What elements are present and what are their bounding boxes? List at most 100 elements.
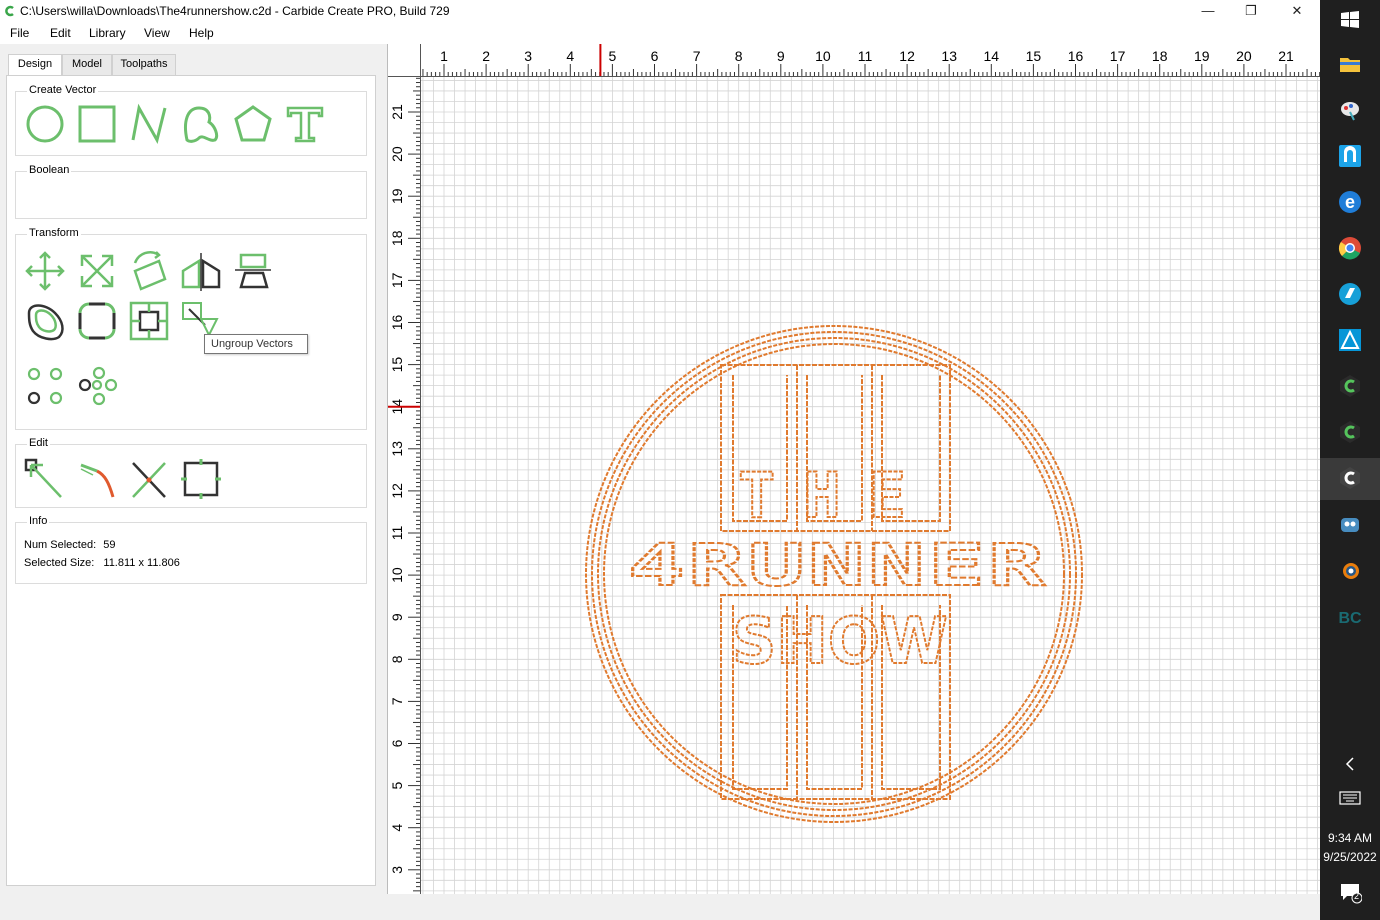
carbide-create-icon-2[interactable] [1338, 420, 1362, 444]
menu-view[interactable]: View [144, 26, 170, 40]
menu-bar: File Edit Library View Help [0, 24, 1320, 44]
ruler-x-label: 21 [1278, 48, 1294, 64]
menu-edit[interactable]: Edit [50, 26, 71, 40]
vertical-ruler[interactable]: 2120191817161514131211109876543 [388, 77, 421, 894]
tab-toolpaths[interactable]: Toolpaths [112, 54, 176, 75]
menu-file[interactable]: File [10, 26, 29, 40]
blender-app-icon[interactable] [1338, 558, 1362, 582]
horizontal-ruler[interactable]: 1 2 3 4 5 6 7 8 9 10 11 12 13 14 15 16 17 18 19 20 21 [421, 44, 1321, 77]
trim-icon[interactable] [75, 457, 119, 501]
node-select-icon[interactable] [23, 365, 67, 409]
ruler-x-label: 9 [777, 48, 785, 64]
node-edit-icon[interactable] [23, 457, 67, 501]
design-text-show[interactable]: SHOW [731, 604, 949, 680]
align-icon[interactable] [231, 249, 275, 293]
ruler-y-label: 15 [389, 357, 405, 373]
circle-tool-icon[interactable] [23, 102, 67, 146]
godot-app-icon[interactable] [1338, 512, 1362, 536]
ruler-y-label: 9 [389, 613, 405, 621]
fusion-app-icon[interactable] [1338, 282, 1362, 306]
window-title: C:\Users\willa\Downloads\The4runnershow.… [20, 4, 450, 18]
polygon-tool-icon[interactable] [231, 102, 275, 146]
notification-count: 2 [1354, 891, 1360, 901]
scale-icon[interactable] [75, 249, 119, 293]
menu-library[interactable]: Library [89, 26, 126, 40]
design-grid[interactable]: THE 4RUNNER SHOW [421, 77, 1321, 894]
curve-tool-icon[interactable] [179, 102, 223, 146]
design-panel: Design Model Toolpaths Create Vector Boo… [6, 54, 376, 886]
autodesk-app-icon[interactable] [1338, 328, 1362, 352]
fillet-icon[interactable] [75, 299, 119, 343]
info-group: Info Num Selected: 59 Selected Size: 11.… [15, 515, 367, 584]
paint-app-icon[interactable] [1338, 98, 1362, 122]
num-selected-value: 59 [103, 539, 116, 551]
selected-size-label: Selected Size: [24, 557, 95, 569]
windows-start-icon[interactable] [1338, 8, 1362, 32]
ruler-y-label: 17 [389, 272, 405, 288]
rotate-icon[interactable] [127, 249, 171, 293]
mirror-icon[interactable] [179, 249, 223, 293]
polyline-tool-icon[interactable] [127, 102, 171, 146]
carbide-create-icon-3[interactable] [1338, 466, 1362, 490]
ruler-x-label: 6 [651, 48, 659, 64]
ruler-x-label: 20 [1236, 48, 1252, 64]
status-bar [0, 894, 1320, 920]
windows-taskbar: e BC 9:34 AM 9/25/2022 2 [1320, 0, 1380, 920]
nord-app-icon[interactable] [1338, 144, 1362, 168]
ruler-y-label: 21 [389, 104, 405, 120]
text-tool-icon[interactable] [283, 102, 327, 146]
node-pattern-icon[interactable] [75, 365, 119, 409]
close-button[interactable]: ✕ [1274, 0, 1320, 24]
keyboard-icon[interactable] [1338, 786, 1362, 810]
design-canvas-frame: 1 2 3 4 5 6 7 8 9 10 11 12 13 14 15 16 17 18 19 20 21 21 20 19… [387, 44, 1321, 894]
file-explorer-icon[interactable] [1338, 52, 1362, 76]
ruler-x-label: 19 [1194, 48, 1210, 64]
ruler-x-label: 12 [899, 48, 915, 64]
ruler-y-label: 7 [389, 697, 405, 705]
ruler-y-label: 16 [389, 315, 405, 331]
ruler-y-label: 13 [389, 441, 405, 457]
carbide-app-icon [5, 5, 14, 17]
num-selected-row: Num Selected: 59 [24, 539, 115, 551]
bounding-box-icon[interactable] [179, 457, 223, 501]
info-label: Info [27, 515, 50, 527]
rectangle-tool-icon[interactable] [75, 102, 119, 146]
tab-design[interactable]: Design [8, 54, 62, 76]
menu-help[interactable]: Help [189, 26, 214, 40]
ruler-y-label: 12 [389, 483, 405, 499]
svg-text:BC: BC [1338, 610, 1362, 627]
edit-group: Edit [15, 437, 367, 508]
selected-size-value: 11.811 x 11.806 [103, 557, 180, 569]
ruler-x-label: 4 [566, 48, 574, 64]
design-text-4runner[interactable]: 4RUNNER [627, 530, 1048, 600]
clock-date[interactable]: 9/25/2022 [1320, 850, 1380, 864]
ruler-x-label: 2 [482, 48, 490, 64]
ruler-y-label: 6 [389, 739, 405, 747]
move-icon[interactable] [23, 249, 67, 293]
bc-app-icon[interactable]: BC [1338, 604, 1362, 628]
join-icon[interactable] [127, 457, 171, 501]
edge-browser-icon[interactable]: e [1338, 190, 1362, 214]
ruler-y-label: 20 [389, 146, 405, 162]
offset-icon[interactable] [23, 299, 67, 343]
panel-body: Create Vector Boolean Transform Edit Inf… [6, 75, 376, 886]
carbide-create-icon-1[interactable] [1338, 374, 1362, 398]
ruler-corner [388, 44, 421, 77]
minimize-button[interactable]: — [1185, 0, 1231, 24]
logo-design[interactable]: THE 4RUNNER SHOW [585, 325, 1083, 823]
boolean-label: Boolean [27, 164, 72, 176]
chevron-left-icon[interactable] [1338, 752, 1362, 776]
ruler-x-label: 8 [735, 48, 743, 64]
clock-time[interactable]: 9:34 AM [1320, 831, 1380, 845]
ruler-x-label: 13 [941, 48, 957, 64]
chrome-browser-icon[interactable] [1338, 236, 1362, 260]
ruler-x-label: 15 [1026, 48, 1042, 64]
design-text-the[interactable]: THE [737, 458, 934, 533]
selected-size-row: Selected Size: 11.811 x 11.806 [24, 557, 180, 569]
tab-model[interactable]: Model [62, 54, 112, 75]
ruler-y-label: 10 [389, 567, 405, 583]
restore-button[interactable]: ❐ [1228, 0, 1274, 24]
ruler-x-label: 10 [815, 48, 831, 64]
group-icon[interactable] [127, 299, 171, 343]
ruler-x-label: 3 [524, 48, 532, 64]
